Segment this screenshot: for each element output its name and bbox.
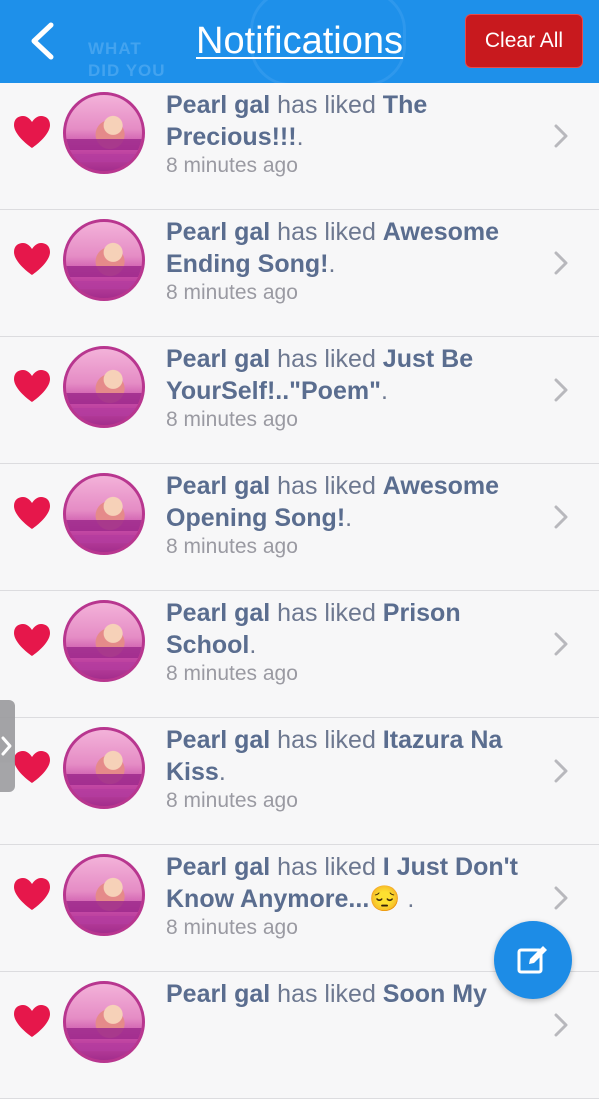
notification-tail: . (328, 250, 336, 278)
avatar[interactable] (63, 92, 145, 174)
notification-verb: has liked (270, 726, 383, 754)
notification-time: 8 minutes ago (166, 916, 298, 939)
notification-tail: . (380, 377, 388, 405)
heart-icon (14, 243, 50, 275)
heart-icon (14, 497, 50, 529)
avatar[interactable] (63, 981, 145, 1063)
notification-time: 8 minutes ago (166, 789, 298, 812)
chevron-right-icon (554, 251, 568, 275)
notification-text: Pearl gal has liked The Precious!!!. 8 m… (166, 89, 546, 179)
heart-icon (14, 624, 50, 656)
avatar[interactable] (63, 854, 145, 936)
notification-tail: . (345, 504, 353, 532)
notification-row[interactable]: Pearl gal has liked Awesome Ending Song!… (0, 210, 599, 337)
avatar[interactable] (63, 727, 145, 809)
avatar[interactable] (63, 346, 145, 428)
avatar[interactable] (63, 473, 145, 555)
notification-tail: . (296, 123, 304, 151)
heart-icon (14, 116, 50, 148)
notification-user-link[interactable]: Pearl gal (166, 599, 270, 627)
notification-row[interactable]: Pearl gal has liked Itazura Na Kiss. 8 m… (0, 718, 599, 845)
notification-text: Pearl gal has liked Soon My (166, 978, 546, 1010)
heart-icon (14, 751, 50, 783)
notification-text: Pearl gal has liked Prison School. 8 min… (166, 597, 546, 687)
notification-text: Pearl gal has liked I Just Don't Know An… (166, 851, 546, 941)
chevron-right-icon (1, 736, 12, 756)
notification-row[interactable]: Pearl gal has liked Awesome Opening Song… (0, 464, 599, 591)
notification-user-link[interactable]: Pearl gal (166, 853, 270, 881)
notification-tail: . (249, 631, 257, 659)
notification-row[interactable]: Pearl gal has liked Just Be YourSelf!.."… (0, 337, 599, 464)
notification-user-link[interactable]: Pearl gal (166, 218, 270, 246)
heart-icon (14, 878, 50, 910)
chevron-right-icon (554, 759, 568, 783)
notification-time: 8 minutes ago (166, 408, 298, 431)
compose-button[interactable] (494, 921, 572, 999)
notification-row[interactable]: Pearl gal has liked The Precious!!!. 8 m… (0, 83, 599, 210)
notification-user-link[interactable]: Pearl gal (166, 472, 270, 500)
chevron-right-icon (554, 505, 568, 529)
heart-icon (14, 1005, 50, 1037)
notification-post-link[interactable]: Soon My (383, 980, 487, 1008)
notification-time: 8 minutes ago (166, 662, 298, 685)
notification-text: Pearl gal has liked Awesome Opening Song… (166, 470, 546, 560)
notification-user-link[interactable]: Pearl gal (166, 91, 270, 119)
chevron-right-icon (554, 632, 568, 656)
notification-row[interactable]: Pearl gal has liked Prison School. 8 min… (0, 591, 599, 718)
notification-user-link[interactable]: Pearl gal (166, 726, 270, 754)
side-drawer-handle[interactable] (0, 700, 15, 792)
notification-verb: has liked (270, 599, 383, 627)
chevron-right-icon (554, 124, 568, 148)
heart-icon (14, 370, 50, 402)
notification-verb: has liked (270, 91, 383, 119)
notification-text: Pearl gal has liked Just Be YourSelf!.."… (166, 343, 546, 433)
notification-text: Pearl gal has liked Awesome Ending Song!… (166, 216, 546, 306)
notification-time: 8 minutes ago (166, 535, 298, 558)
clear-all-button[interactable]: Clear All (465, 14, 583, 68)
chevron-right-icon (554, 1013, 568, 1037)
notification-verb: has liked (270, 472, 383, 500)
notification-verb: has liked (270, 980, 383, 1008)
avatar[interactable] (63, 600, 145, 682)
page-title: Notifications (196, 20, 403, 62)
chevron-right-icon (554, 378, 568, 402)
app-header: WHAT DID YOU Notifications Clear All (0, 0, 599, 83)
notification-user-link[interactable]: Pearl gal (166, 980, 270, 1008)
back-button[interactable] (22, 20, 62, 62)
compose-icon (517, 946, 547, 974)
notification-verb: has liked (270, 853, 383, 881)
notification-tail: . (218, 758, 226, 786)
chevron-right-icon (554, 886, 568, 910)
notification-time: 8 minutes ago (166, 154, 298, 177)
notification-verb: has liked (270, 218, 383, 246)
avatar[interactable] (63, 219, 145, 301)
notification-text: Pearl gal has liked Itazura Na Kiss. 8 m… (166, 724, 546, 814)
notification-time: 8 minutes ago (166, 281, 298, 304)
notification-tail: . (400, 885, 415, 913)
chevron-left-icon (31, 22, 54, 60)
notification-user-link[interactable]: Pearl gal (166, 345, 270, 373)
header-background-text: WHAT DID YOU (88, 39, 166, 80)
notification-verb: has liked (270, 345, 383, 373)
